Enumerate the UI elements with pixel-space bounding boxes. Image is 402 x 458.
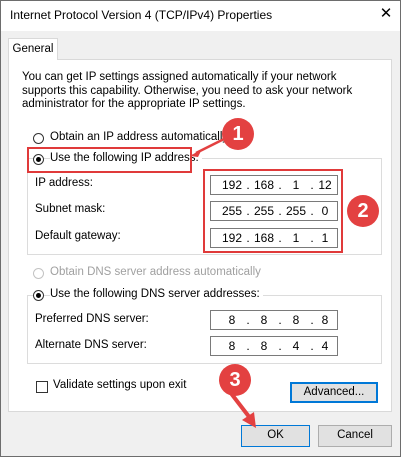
annotation-badge-2: 2 [347,195,379,227]
description-text: You can get IP settings assigned automat… [22,71,353,110]
alternate-dns-octet-1: 8 [228,339,236,353]
octet-separator: . [278,339,282,353]
alternate-dns-field[interactable]: 8 . 8 . 4 . 4 [210,336,338,356]
ip-address-label: IP address: [35,177,93,189]
advanced-button[interactable]: Advanced... [290,382,378,403]
preferred-dns-label: Preferred DNS server: [35,313,149,325]
obtain-dns-automatically-label[interactable]: Obtain DNS server address automatically [50,266,261,278]
tab-general[interactable]: General [8,38,58,60]
obtain-ip-automatically-radio[interactable] [33,133,44,144]
highlight-box-ip-fields [203,169,343,253]
alternate-dns-octet-4: 4 [321,339,329,353]
obtain-dns-automatically-radio[interactable] [33,268,44,279]
alternate-dns-label: Alternate DNS server: [35,339,147,351]
preferred-dns-octet-1: 8 [228,313,236,327]
annotation-badge-1: 1 [222,118,254,150]
octet-separator: . [246,313,250,327]
alternate-dns-octet-3: 4 [292,339,300,353]
validate-settings-label[interactable]: Validate settings upon exit [53,379,186,391]
annotation-arrow-3 [228,390,256,428]
subnet-mask-label: Subnet mask: [35,203,106,215]
annotation-arrow-1 [190,137,225,157]
cancel-button[interactable]: Cancel [318,425,392,447]
close-icon[interactable]: ✕ [378,5,394,23]
octet-separator: . [246,339,250,353]
preferred-dns-octet-3: 8 [292,313,300,327]
window-title: Internet Protocol Version 4 (TCP/IPv4) P… [10,8,273,22]
validate-settings-checkbox[interactable] [36,381,48,393]
alternate-dns-octet-2: 8 [260,339,268,353]
preferred-dns-octet-4: 8 [321,313,329,327]
preferred-dns-octet-2: 8 [260,313,268,327]
preferred-dns-field[interactable]: 8 . 8 . 8 . 8 [210,310,338,330]
highlight-box-ip-radio [27,147,192,173]
use-following-dns-radio[interactable] [33,290,44,301]
octet-separator: . [278,313,282,327]
default-gateway-label: Default gateway: [35,230,121,242]
use-following-dns-label[interactable]: Use the following DNS server addresses: [50,288,263,300]
